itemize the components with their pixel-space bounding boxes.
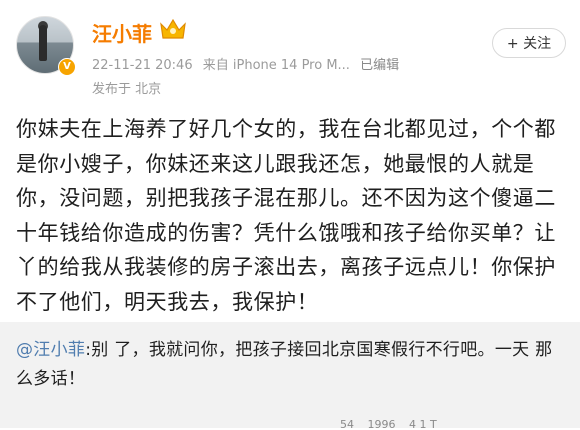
- post-meta: 22-11-21 20:46 来自 iPhone 14 Pro M... 已编辑: [92, 54, 405, 73]
- reposts-count[interactable]: 54: [340, 418, 354, 430]
- repost-stats: 54 1996 4 1 T: [330, 418, 570, 430]
- post-header: V 汪小菲 22-11-21 20:46 来自 iPhone 14 Pro M.…: [0, 0, 580, 110]
- username[interactable]: 汪小菲: [92, 18, 152, 47]
- repost-body: :别 了，我就问你，把孩子接回北京国寒假行不行吧。一天 那么多话！: [16, 340, 553, 389]
- follow-button[interactable]: + 关注: [492, 28, 566, 58]
- vip-crown-icon: [160, 18, 186, 39]
- repost-block[interactable]: @汪小菲:别 了，我就问你，把孩子接回北京国寒假行不行吧。一天 那么多话！ 54…: [0, 322, 580, 430]
- comments-count[interactable]: 1996: [368, 418, 396, 430]
- post-datetime: 22-11-21 20:46: [92, 58, 193, 73]
- verified-badge-icon: V: [58, 58, 76, 76]
- edited-tag[interactable]: 已编辑: [360, 58, 399, 73]
- post-body-text: 你妹夫在上海养了好几个女的，我在台北都见过，个个都是你小嫂子，你妹还来这儿跟我还…: [16, 117, 556, 314]
- post-source: 来自 iPhone 14 Pro M...: [202, 58, 350, 73]
- likes-count[interactable]: 4 1 T: [409, 418, 437, 430]
- repost-text: @汪小菲:别 了，我就问你，把孩子接回北京国寒假行不行吧。一天 那么多话！: [16, 336, 566, 394]
- post-location: 发布于 北京: [92, 82, 162, 97]
- avatar-figure-body: [39, 25, 47, 61]
- repost-mention[interactable]: @汪小菲: [16, 340, 85, 360]
